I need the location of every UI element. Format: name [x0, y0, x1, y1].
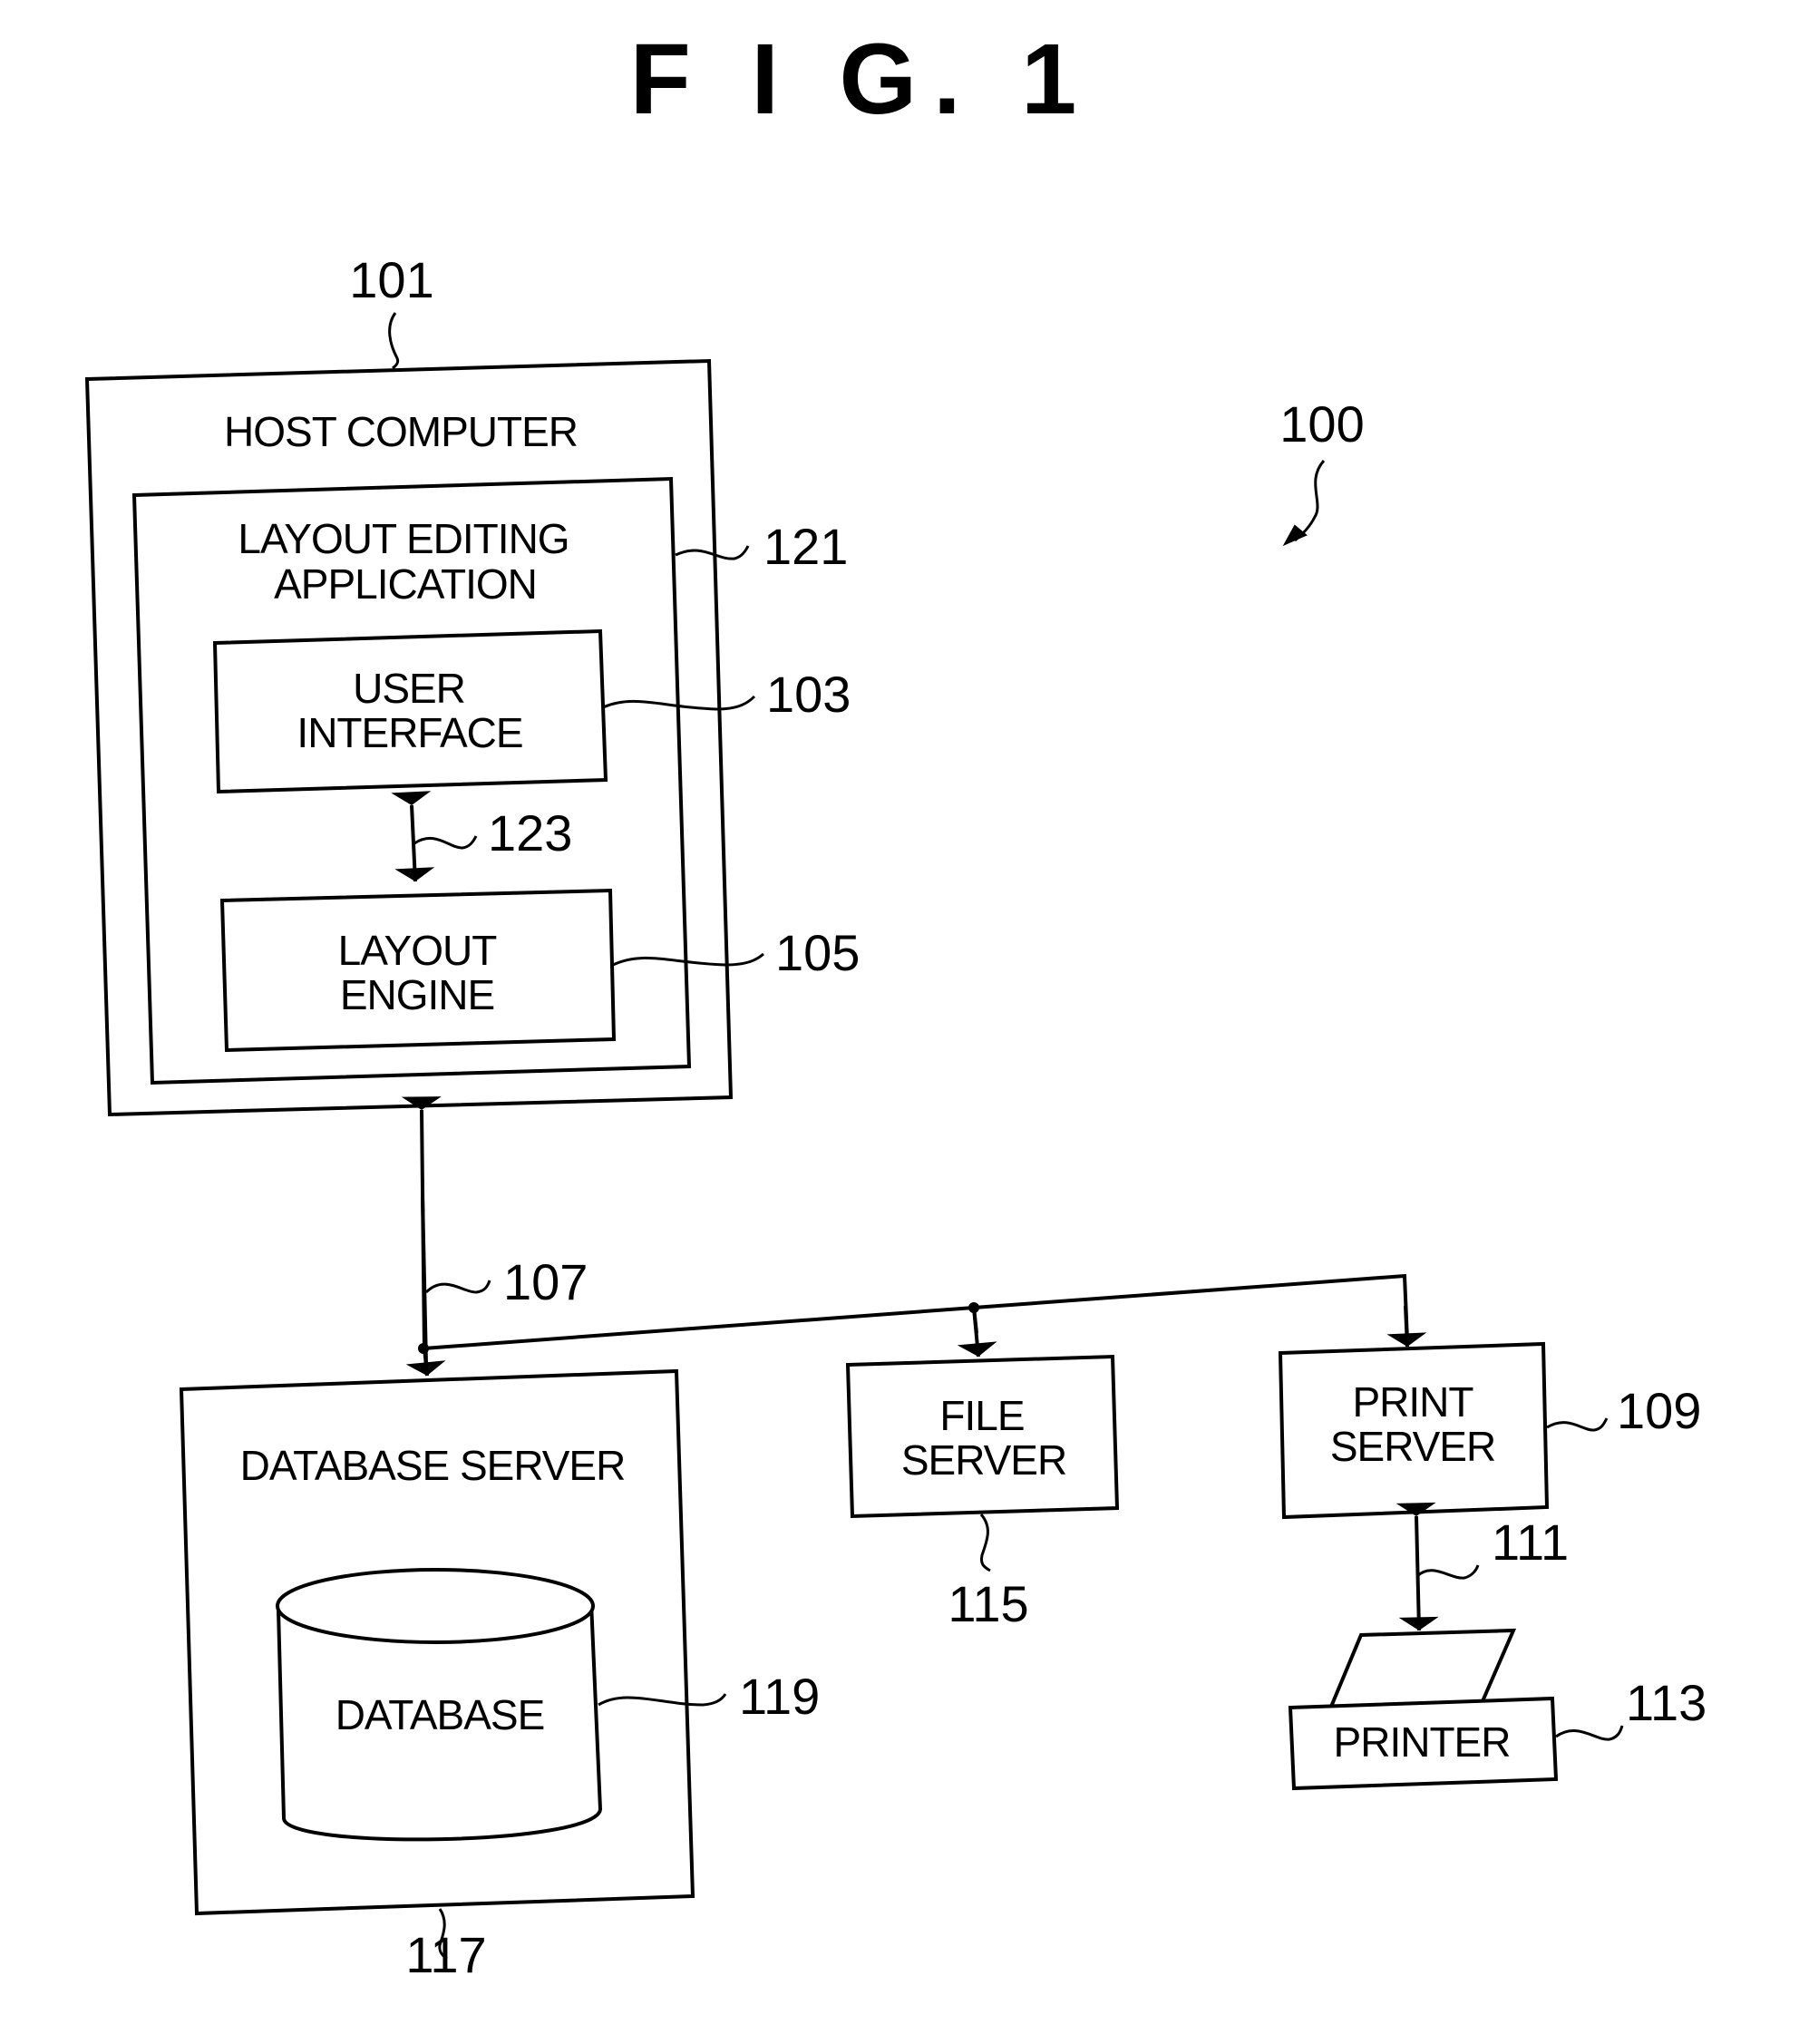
layout-engine-label-line2: ENGINE — [340, 971, 494, 1018]
user-interface: USER INTERFACE 103 — [212, 628, 851, 794]
ref-119: 119 — [739, 1668, 820, 1725]
leader-111 — [1415, 1564, 1480, 1580]
leader-109 — [1546, 1417, 1609, 1432]
leader-107 — [424, 1280, 491, 1294]
database-label: DATABASE — [335, 1691, 545, 1738]
printer-paper — [1329, 1628, 1517, 1708]
file-server-label-line1: FILE — [939, 1392, 1024, 1439]
ref-111: 111 — [1492, 1514, 1569, 1571]
layout-editing-application-label-line2: APPLICATION — [274, 560, 537, 608]
ref-117: 117 — [405, 1926, 486, 1983]
ref-105: 105 — [775, 924, 860, 981]
user-interface-label-line1: USER — [353, 665, 465, 712]
printer-label: PRINTER — [1334, 1718, 1511, 1766]
ref-101: 101 — [349, 251, 433, 308]
ref-100: 100 — [1279, 395, 1364, 453]
system-reference: 100 — [1279, 395, 1365, 547]
layout-editing-application-label-line1: LAYOUT EDITING — [238, 515, 569, 562]
file-server: FILE SERVER 115 — [845, 1354, 1120, 1632]
ref-113: 113 — [1626, 1674, 1707, 1731]
leader-101 — [388, 312, 400, 370]
user-interface-label-line2: INTERFACE — [297, 709, 522, 756]
ref-115: 115 — [948, 1575, 1028, 1632]
leader-115 — [979, 1514, 991, 1572]
network-to-print-server-arrow — [1386, 1305, 1427, 1348]
ref-121: 121 — [763, 518, 848, 575]
file-server-label-line2: SERVER — [901, 1436, 1066, 1484]
database-server-label: DATABASE SERVER — [240, 1442, 626, 1489]
layout-engine-label-line1: LAYOUT — [338, 927, 498, 974]
system-diagram: F I G. 1 100 HOST COMPUTER 101 LAYOUT ED… — [84, 24, 1707, 1983]
print-server-label-line2: SERVER — [1330, 1423, 1495, 1470]
print-server: PRINT SERVER 109 — [1278, 1341, 1701, 1520]
system-pointer-arrowhead — [1282, 524, 1308, 547]
host-computer-label: HOST COMPUTER — [224, 408, 578, 455]
print-server-label-line1: PRINT — [1353, 1378, 1474, 1426]
database-cylinder-top — [276, 1568, 595, 1644]
ref-123: 123 — [488, 804, 572, 861]
junction-host — [418, 1343, 429, 1354]
ref-109: 109 — [1617, 1382, 1701, 1439]
ref-107: 107 — [503, 1253, 588, 1310]
database: DATABASE 119 — [276, 1568, 820, 1842]
layout-engine: LAYOUT ENGINE 105 — [219, 888, 860, 1053]
network-bus: 107 — [401, 1096, 1427, 1377]
figure-title: F I G. 1 — [630, 24, 1094, 135]
ref-103: 103 — [766, 666, 851, 723]
leader-113 — [1555, 1725, 1624, 1741]
print-link: 111 — [1395, 1502, 1569, 1631]
printer: PRINTER 113 — [1288, 1628, 1707, 1791]
